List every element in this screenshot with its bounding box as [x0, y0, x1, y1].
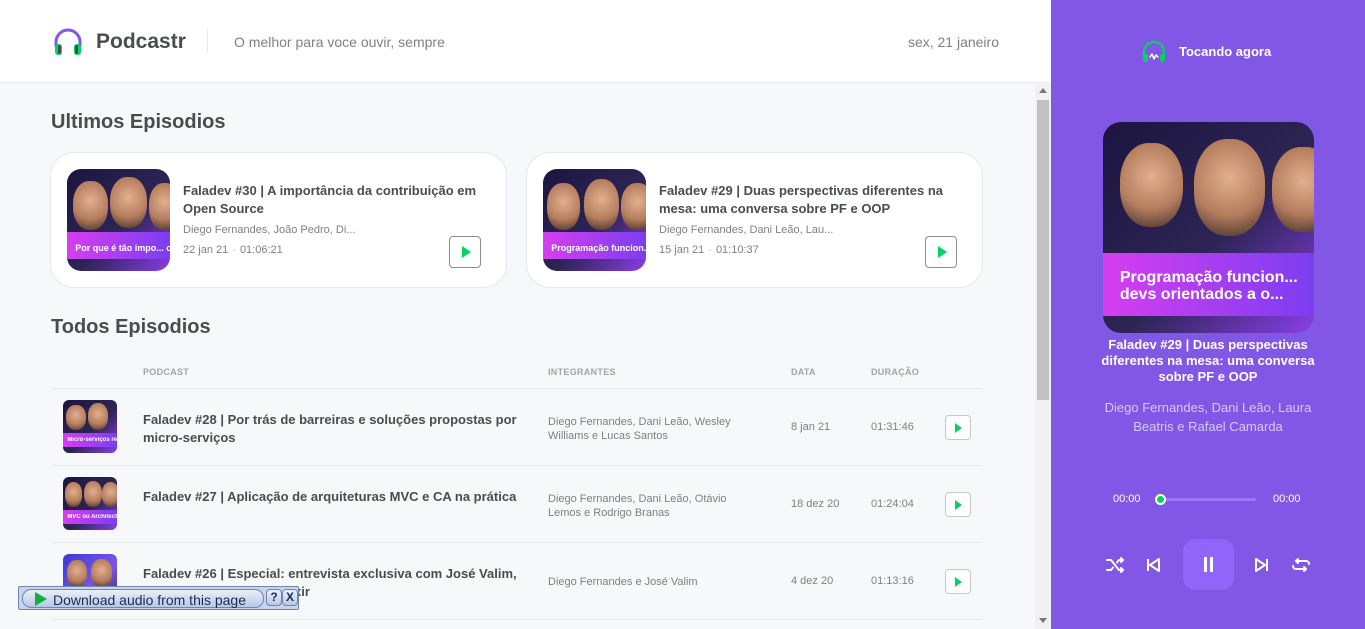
episode-duration: 01:13:16 — [871, 575, 914, 587]
table-header: PODCAST INTEGRANTES DATA DURAÇÃO — [51, 354, 983, 389]
pause-icon — [1204, 557, 1207, 572]
download-audio-label: Download audio from this page — [53, 592, 247, 608]
column-date: DATA — [791, 367, 816, 377]
all-episodes-title: Todos Episodios — [51, 316, 211, 338]
episode-meta: 15 jan 21 · 01:10:37 — [659, 244, 759, 256]
episode-title-link[interactable]: Faladev #30 | A importância da contribui… — [183, 182, 483, 218]
scroll-up-arrow-icon[interactable] — [1039, 88, 1047, 93]
episode-members: Diego Fernandes, Dani Leão, Otávio Lemos… — [548, 493, 727, 519]
shuffle-button[interactable] — [1103, 553, 1127, 577]
episode-duration: 01:06:21 — [239, 244, 283, 256]
close-button[interactable]: X — [282, 589, 298, 606]
episode-title-link[interactable]: Faladev #28 | Por trás de barreiras e so… — [143, 411, 523, 447]
episode-date: 4 dez 20 — [791, 575, 834, 587]
headphones-logo-icon — [54, 28, 82, 55]
now-playing-members: Diego Fernandes, Dani Leão, Laura Beatri… — [1104, 400, 1312, 434]
skip-previous-icon — [1147, 558, 1160, 572]
previous-button[interactable] — [1141, 553, 1165, 577]
episode-members: Diego Fernandes, João Pedro, Di... — [183, 224, 356, 236]
column-duration: DURAÇÃO — [871, 367, 920, 377]
progress-bar: 00:00 00:00 — [1051, 491, 1365, 509]
episode-meta: 22 jan 21 · 01:06:21 — [183, 244, 283, 256]
tagline: O melhor para voce ouvir, sempre — [234, 34, 445, 50]
episode-thumbnail: Por que é tão impo... contribuir em Open… — [67, 169, 170, 271]
skip-next-icon — [1255, 558, 1268, 572]
help-button[interactable]: ? — [266, 589, 282, 606]
player-controls — [1051, 539, 1365, 591]
table-row: Micro-serviços re... Faladev #28 | Por t… — [51, 389, 983, 466]
episode-thumbnail: MVC ou Architecture... — [63, 477, 117, 530]
play-episode-button[interactable] — [945, 415, 971, 440]
thumbnail-text: Por que é tão impo... contribuir em Open… — [75, 242, 170, 253]
episode-thumbnail: Micro-serviços re... — [63, 400, 117, 453]
play-episode-button[interactable] — [449, 236, 481, 268]
now-playing-cover: Programação funcion... devs orientados a… — [1103, 122, 1314, 333]
episode-title-link[interactable]: Faladev #27 | Aplicação de arquiteturas … — [143, 488, 523, 506]
pause-icon-bar — [1210, 557, 1213, 572]
episode-duration: 01:10:37 — [715, 244, 759, 256]
episode-members: Diego Fernandes, Dani Leão, Lau... — [659, 224, 834, 236]
header-divider — [207, 29, 208, 52]
scrollbar[interactable] — [1035, 84, 1051, 629]
play-icon — [35, 592, 47, 606]
column-members: INTEGRANTES — [548, 367, 616, 377]
repeat-icon — [1292, 558, 1310, 572]
player-panel: Tocando agora Programação funcion... dev… — [1051, 0, 1365, 629]
shuffle-icon — [1106, 557, 1124, 573]
episode-title-link[interactable]: Faladev #29 | Duas perspectivas diferent… — [659, 182, 959, 218]
thumbnail-text: MVC ou Architecture... — [67, 514, 117, 521]
download-audio-bar: Download audio from this page ? X — [18, 586, 299, 610]
episode-duration: 01:31:46 — [871, 421, 914, 433]
header: Podcastr O melhor para voce ouvir, sempr… — [0, 0, 1051, 83]
scrollbar-thumb[interactable] — [1037, 100, 1049, 400]
episode-date: 18 dez 20 — [791, 498, 840, 510]
app-name: Podcastr — [96, 30, 186, 53]
play-episode-button[interactable] — [945, 569, 971, 594]
episode-members: Diego Fernandes e José Valim — [548, 576, 698, 588]
episode-members: Diego Fernandes, Dani Leão, Wesley Willi… — [548, 416, 731, 442]
latest-episode-card[interactable]: Programação funcion... devs orientados a… — [526, 152, 983, 288]
now-playing-title: Faladev #29 | Duas perspectivas diferent… — [1101, 337, 1315, 384]
next-button[interactable] — [1250, 553, 1274, 577]
episode-date: 8 jan 21 — [791, 421, 831, 433]
player-header: Tocando agora — [1051, 40, 1365, 64]
episodes-table: PODCAST INTEGRANTES DATA DURAÇÃO Micro-s… — [51, 354, 983, 620]
episodes-content: Ultimos Episodios Por que é tão impo... … — [0, 84, 1035, 629]
headphones-icon — [1142, 40, 1166, 62]
progress-slider[interactable] — [1159, 498, 1256, 501]
episode-thumbnail: Programação funcion... devs orientados a… — [543, 169, 646, 271]
now-playing-label: Tocando agora — [1179, 44, 1272, 59]
download-audio-button[interactable]: Download audio from this page — [22, 589, 264, 608]
current-date: sex, 21 janeiro — [907, 34, 999, 50]
latest-episode-card[interactable]: Por que é tão impo... contribuir em Open… — [50, 152, 507, 288]
progress-slider-handle[interactable] — [1155, 494, 1166, 505]
episode-duration: 01:24:04 — [871, 498, 914, 510]
scroll-down-arrow-icon[interactable] — [1039, 618, 1047, 623]
meta-separator: · — [232, 244, 236, 256]
repeat-button[interactable] — [1289, 553, 1313, 577]
column-podcast: PODCAST — [143, 367, 190, 377]
current-time: 00:00 — [1113, 493, 1141, 505]
play-episode-button[interactable] — [925, 236, 957, 268]
table-row: MVC ou Architecture... Faladev #27 | Apl… — [51, 466, 983, 543]
pause-button[interactable] — [1183, 539, 1234, 590]
play-episode-button[interactable] — [945, 492, 971, 517]
main-content: Podcastr O melhor para voce ouvir, sempr… — [0, 0, 1051, 629]
episode-date: 15 jan 21 — [659, 244, 705, 256]
total-time: 00:00 — [1273, 493, 1301, 505]
meta-separator: · — [708, 244, 712, 256]
thumbnail-text: Micro-serviços re... — [67, 437, 117, 444]
latest-episodes-title: Ultimos Episodios — [51, 111, 226, 133]
episode-date: 22 jan 21 — [183, 244, 229, 256]
thumbnail-text: Programação funcion... devs orientados a… — [551, 242, 646, 253]
cover-text: Programação funcion... devs orientados a… — [1119, 269, 1298, 304]
